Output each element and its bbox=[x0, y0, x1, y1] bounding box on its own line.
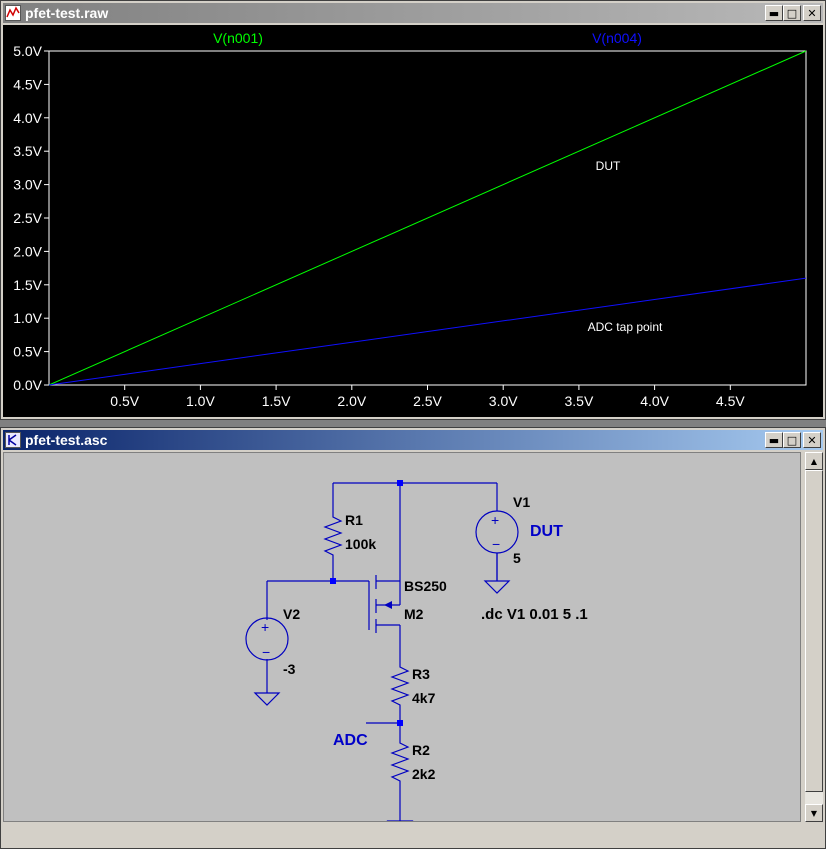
arrow-up-icon: ▲ bbox=[810, 456, 818, 466]
schematic-icon bbox=[5, 432, 21, 448]
close-icon: ✕ bbox=[807, 433, 817, 447]
y-tick-label: 0.5V bbox=[13, 344, 42, 360]
x-tick-label: 3.5V bbox=[564, 393, 593, 409]
minimize-button[interactable]: ▬ bbox=[765, 432, 783, 448]
y-tick-label: 5.0V bbox=[13, 43, 42, 59]
svg-text:+: + bbox=[261, 619, 269, 635]
y-tick-label: 3.5V bbox=[13, 143, 42, 159]
v2-value-label[interactable]: -3 bbox=[283, 661, 296, 677]
r2-name-label[interactable]: R2 bbox=[412, 742, 430, 758]
x-tick-label: 4.5V bbox=[716, 393, 745, 409]
m2-name-label[interactable]: M2 bbox=[404, 606, 424, 622]
dut-net-label[interactable]: DUT bbox=[530, 523, 563, 540]
maximize-button[interactable]: □ bbox=[783, 432, 801, 448]
close-icon: ✕ bbox=[807, 6, 817, 20]
plot-pane[interactable]: 0.0V 0.5V 1.0V 1.5V 2.0V 2.5V 3.0V 3.5V 4.0V 4.5V… bbox=[3, 25, 823, 417]
x-tick-label: 1.5V bbox=[262, 393, 291, 409]
svg-text:+: + bbox=[491, 512, 499, 528]
y-tick-label: 4.0V bbox=[13, 110, 42, 126]
svg-text:−: − bbox=[262, 644, 270, 660]
close-button[interactable]: ✕ bbox=[803, 432, 821, 448]
x-tick-label: 2.5V bbox=[413, 393, 442, 409]
r1-value-label[interactable]: 100k bbox=[345, 536, 376, 552]
r3-name-label[interactable]: R3 bbox=[412, 666, 430, 682]
series-line-2 bbox=[48, 277, 807, 386]
schematic-window: pfet-test.asc ▬ □ ✕ + − + − R1 100k V1 D… bbox=[0, 427, 826, 849]
scroll-down-button[interactable]: ▼ bbox=[805, 804, 823, 822]
svg-text:−: − bbox=[492, 536, 500, 552]
minimize-button[interactable]: ▬ bbox=[765, 5, 783, 21]
x-tick-label: 3.0V bbox=[489, 393, 518, 409]
annotation-dut: DUT bbox=[596, 159, 621, 173]
r2-value-label[interactable]: 2k2 bbox=[412, 766, 436, 782]
arrow-down-icon: ▼ bbox=[810, 808, 818, 818]
maximize-icon: □ bbox=[786, 6, 798, 20]
maximize-button[interactable]: □ bbox=[783, 5, 801, 21]
r3-value-label[interactable]: 4k7 bbox=[412, 690, 436, 706]
spice-directive[interactable]: .dc V1 0.01 5 .1 bbox=[481, 606, 588, 623]
y-tick-label: 2.5V bbox=[13, 210, 42, 226]
waveform-icon bbox=[5, 5, 21, 21]
waveform-titlebar[interactable]: pfet-test.raw ▬ □ ✕ bbox=[3, 3, 823, 23]
v1-name-label[interactable]: V1 bbox=[513, 494, 530, 510]
window-title: pfet-test.raw bbox=[25, 5, 109, 21]
x-tick-label: 4.0V bbox=[640, 393, 669, 409]
x-tick-label: 2.0V bbox=[337, 393, 366, 409]
annotation-adc: ADC tap point bbox=[588, 320, 663, 334]
r1-name-label[interactable]: R1 bbox=[345, 512, 363, 528]
schematic-canvas[interactable]: + − + − R1 100k V1 DUT 5 BS250 M2 .dc V1… bbox=[3, 452, 801, 834]
adc-net-label[interactable]: ADC bbox=[333, 732, 368, 749]
schematic-titlebar[interactable]: pfet-test.asc ▬ □ ✕ bbox=[3, 430, 823, 450]
y-tick-label: 2.0V bbox=[13, 243, 42, 259]
x-tick-label: 1.0V bbox=[186, 393, 215, 409]
scroll-thumb[interactable] bbox=[805, 470, 823, 792]
m2-model-label[interactable]: BS250 bbox=[404, 578, 447, 594]
scroll-up-button[interactable]: ▲ bbox=[805, 452, 823, 470]
vertical-scrollbar[interactable]: ▲ ▼ bbox=[805, 452, 823, 822]
y-tick-label: 3.0V bbox=[13, 177, 42, 193]
waveform-window: pfet-test.raw ▬ □ ✕ 0.0V 0.5V 1.0V 1.5V 2.0V… bbox=[0, 0, 826, 420]
waveform-plot[interactable]: 0.0V 0.5V 1.0V 1.5V 2.0V 2.5V 3.0V 3.5V 4.0V 4.5V… bbox=[3, 25, 823, 417]
y-tick-label: 1.5V bbox=[13, 277, 42, 293]
legend-series-2: V(n004) bbox=[592, 30, 642, 46]
y-tick-label: 4.5V bbox=[13, 76, 42, 92]
legend-series-1: V(n001) bbox=[213, 30, 263, 46]
v2-name-label[interactable]: V2 bbox=[283, 606, 300, 622]
window-title: pfet-test.asc bbox=[25, 432, 108, 448]
close-button[interactable]: ✕ bbox=[803, 5, 821, 21]
y-tick-label: 1.0V bbox=[13, 310, 42, 326]
minimize-icon: ▬ bbox=[768, 6, 780, 20]
series-line-1 bbox=[48, 50, 807, 386]
x-tick-label: 0.5V bbox=[110, 393, 139, 409]
y-tick-label: 0.0V bbox=[13, 377, 42, 393]
maximize-icon: □ bbox=[786, 433, 798, 447]
minimize-icon: ▬ bbox=[768, 433, 780, 447]
v1-value-label[interactable]: 5 bbox=[513, 550, 521, 566]
schematic-drawing[interactable]: + − + − R1 100k V1 DUT 5 BS250 M2 .dc V1… bbox=[4, 453, 800, 834]
